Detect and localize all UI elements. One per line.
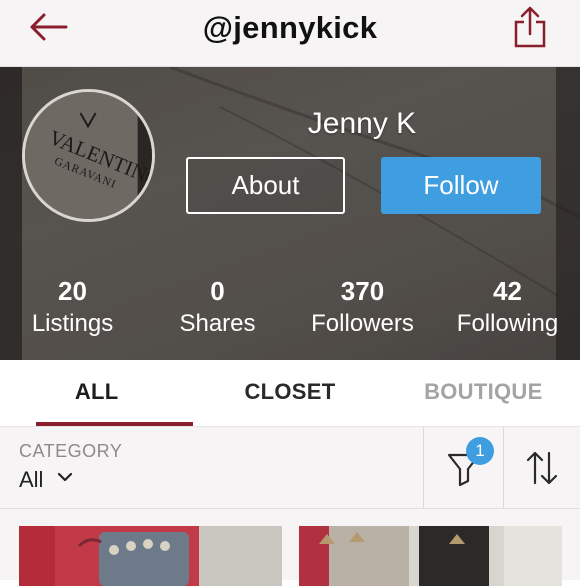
stat-shares[interactable]: 0 Shares xyxy=(145,275,290,345)
avatar[interactable]: VALENTINO GARAVANI xyxy=(22,89,155,222)
stat-following[interactable]: 42 Following xyxy=(435,275,580,345)
stat-label: Shares xyxy=(179,310,256,337)
chevron-down-icon[interactable] xyxy=(57,471,73,483)
profile-stats: 20 Listings 0 Shares 370 Followers 42 Fo… xyxy=(0,275,580,345)
profile-cover: VALENTINO GARAVANI Jenny K About Follow … xyxy=(0,67,580,360)
stat-value: 20 xyxy=(58,276,87,306)
share-button[interactable] xyxy=(512,4,548,50)
stat-label: Following xyxy=(456,310,559,337)
filter-funnel-icon xyxy=(447,453,481,487)
back-arrow-icon xyxy=(30,13,68,41)
listing-grid xyxy=(0,509,580,586)
share-icon xyxy=(514,6,546,48)
stat-label: Listings xyxy=(31,310,114,337)
back-button[interactable] xyxy=(26,12,72,42)
listing-image xyxy=(19,526,282,586)
avatar-image: VALENTINO GARAVANI xyxy=(25,92,152,219)
follow-button[interactable]: Follow xyxy=(381,157,541,214)
tab-all[interactable]: ALL xyxy=(0,360,194,426)
listing-image xyxy=(299,526,562,586)
filter-count-badge: 1 xyxy=(466,437,494,465)
filter-bar: CATEGORY All xyxy=(0,427,580,509)
stat-value: 370 xyxy=(340,276,385,306)
listing-thumbnail[interactable] xyxy=(299,526,562,586)
listing-thumbnail[interactable] xyxy=(19,526,282,586)
sort-arrows-icon xyxy=(526,451,558,485)
stat-listings[interactable]: 20 Listings xyxy=(0,275,145,345)
closet-tabs: ALL CLOSET BOUTIQUE xyxy=(0,360,580,427)
tab-closet[interactable]: CLOSET xyxy=(193,360,386,426)
tab-label: BOUTIQUE xyxy=(424,379,543,404)
stat-label: Followers xyxy=(311,310,414,337)
stat-value: 0 xyxy=(210,276,225,306)
tab-label: CLOSET xyxy=(244,379,336,404)
about-button[interactable]: About xyxy=(186,157,345,214)
page-title: @jennykick xyxy=(202,10,378,45)
filter-button[interactable] xyxy=(424,427,504,509)
tab-boutique[interactable]: BOUTIQUE xyxy=(387,360,580,426)
stat-followers[interactable]: 370 Followers xyxy=(290,275,435,345)
top-nav-bar: @jennykick xyxy=(0,0,580,67)
active-tab-indicator xyxy=(36,422,194,426)
category-label: CATEGORY xyxy=(19,441,123,461)
stat-value: 42 xyxy=(493,276,522,306)
category-dropdown[interactable]: All xyxy=(19,467,43,493)
tab-label: ALL xyxy=(74,379,119,404)
sort-button[interactable] xyxy=(504,427,580,509)
profile-name: Jenny K xyxy=(307,107,417,140)
